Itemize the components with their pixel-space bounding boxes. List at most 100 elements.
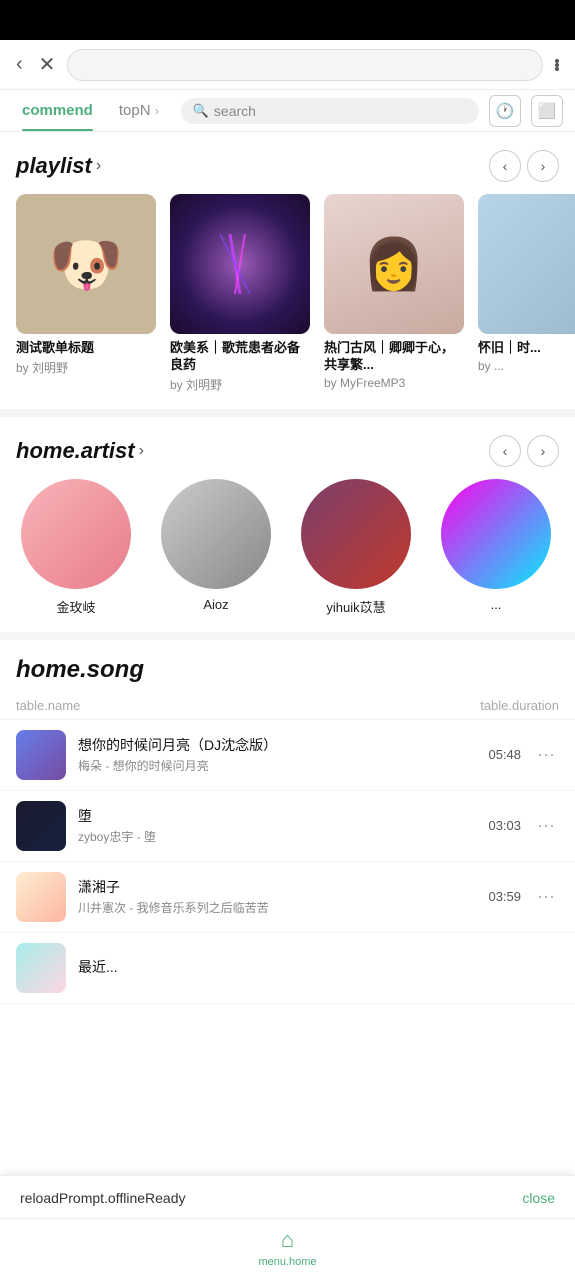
artist-card-4-name: ...: [491, 597, 502, 612]
artist-header: home.artist › ‹ ›: [0, 417, 575, 479]
artist-title-text: home.artist: [16, 438, 135, 464]
playlist-nav-arrows: ‹ ›: [489, 150, 559, 182]
three-dots-icon: [555, 59, 559, 71]
song-artist-3: 川井憲次 - 我修音乐系列之后临苦苦: [78, 899, 476, 916]
playlist-card-4-name: 怀旧｜时...: [478, 340, 575, 357]
song-thumb-1: [16, 730, 66, 780]
song-name-2: 堕: [78, 806, 476, 826]
artist-card-3[interactable]: yihuik苡慧: [296, 479, 416, 616]
tab-topn[interactable]: topN ›: [109, 90, 169, 131]
playlist-card-4-image: [478, 194, 575, 334]
artist-card-1[interactable]: 金玫岐: [16, 479, 136, 616]
song-artist-1: 梅朵 - 想你的时候问月亮: [78, 757, 476, 774]
playlist-title[interactable]: playlist ›: [16, 153, 101, 179]
playlist-chevron: ›: [96, 157, 101, 175]
offline-bar: reloadPrompt.offlineReady close: [0, 1175, 575, 1220]
history-button[interactable]: 🕐: [489, 95, 521, 127]
song-info-3: 潇湘子 川井憲次 - 我修音乐系列之后临苦苦: [78, 877, 476, 916]
song-row-2[interactable]: 堕 zyboy忠宇 - 堕 03:03 ···: [0, 791, 575, 862]
song-table-header: table.name table.duration: [0, 692, 575, 720]
playlist-header: playlist › ‹ ›: [0, 132, 575, 194]
song-name-3: 潇湘子: [78, 877, 476, 897]
playlist-card-3-by: by MyFreeMP3: [324, 376, 464, 390]
nav-home-label: menu.home: [258, 1256, 316, 1268]
song-more-1[interactable]: ···: [533, 740, 559, 769]
divider-2: [0, 632, 575, 640]
playlist-card-4-by: by ...: [478, 359, 575, 373]
song-duration-3: 03:59: [488, 889, 521, 904]
song-duration-1: 05:48: [488, 747, 521, 762]
artist-chevron: ›: [139, 442, 144, 460]
song-thumb-4: [16, 943, 66, 993]
artist-card-1-name: 金玫岐: [56, 597, 95, 616]
playlist-card-1[interactable]: 🐶 测试歌单标题 by 刘明野: [16, 194, 156, 393]
tabs-button[interactable]: ⬜: [531, 95, 563, 127]
artist-title[interactable]: home.artist ›: [16, 438, 144, 464]
song-row-1[interactable]: 想你的时候问月亮（DJ沈念版） 梅朵 - 想你的时候问月亮 05:48 ···: [0, 720, 575, 791]
artist-next-button[interactable]: ›: [527, 435, 559, 467]
song-artist-2: zyboy忠宇 - 堕: [78, 828, 476, 845]
song-section-title: home.song: [0, 640, 575, 692]
more-options-button[interactable]: [551, 55, 563, 75]
playlist-card-3[interactable]: 👩 热门古风｜卿卿于心，共享繁... by MyFreeMP3: [324, 194, 464, 393]
nav-home[interactable]: ⌂ menu.home: [258, 1227, 316, 1268]
search-label: search: [214, 103, 256, 119]
artist-prev-button[interactable]: ‹: [489, 435, 521, 467]
song-name-4: 最近...: [78, 957, 547, 977]
song-section: home.song table.name table.duration 想你的时…: [0, 640, 575, 1084]
tab-commend-label: commend: [22, 102, 93, 119]
artist-card-4-avatar: [441, 479, 551, 589]
url-input[interactable]: [67, 49, 543, 81]
song-thumb-2: [16, 801, 66, 851]
artist-card-2[interactable]: Aioz: [156, 479, 276, 616]
artist-card-2-avatar: [161, 479, 271, 589]
playlist-card-2-name: 欧美系｜歌荒患者必备良药: [170, 340, 310, 374]
tab-commend[interactable]: commend: [12, 90, 103, 131]
home-icon: ⌂: [281, 1227, 294, 1253]
song-row-4[interactable]: 最近...: [0, 933, 575, 1004]
playlist-next-button[interactable]: ›: [527, 150, 559, 182]
back-button[interactable]: ‹: [12, 49, 27, 80]
song-more-2[interactable]: ···: [533, 811, 559, 840]
offline-close-button[interactable]: close: [522, 1190, 555, 1206]
song-name-1: 想你的时候问月亮（DJ沈念版）: [78, 735, 476, 755]
playlist-title-text: playlist: [16, 153, 92, 179]
playlist-card-1-name: 测试歌单标题: [16, 340, 156, 357]
tab-topn-label: topN: [119, 102, 151, 119]
playlist-card-4[interactable]: 怀旧｜时... by ...: [478, 194, 575, 393]
playlist-card-2-by: by 刘明野: [170, 376, 310, 393]
song-info-4: 最近...: [78, 957, 547, 979]
offline-message: reloadPrompt.offlineReady: [20, 1190, 186, 1206]
tab-topn-chevron: ›: [155, 104, 159, 118]
tabs-icon: ⬜: [538, 102, 557, 120]
artist-nav-arrows: ‹ ›: [489, 435, 559, 467]
search-icon: 🔍: [193, 103, 209, 119]
bottom-nav: ⌂ menu.home: [0, 1218, 575, 1280]
divider-1: [0, 409, 575, 417]
playlist-card-1-by: by 刘明野: [16, 359, 156, 376]
playlist-card-3-name: 热门古风｜卿卿于心，共享繁...: [324, 340, 464, 374]
artist-card-1-avatar: [21, 479, 131, 589]
song-duration-2: 03:03: [488, 818, 521, 833]
status-bar: [0, 0, 575, 40]
song-info-1: 想你的时候问月亮（DJ沈念版） 梅朵 - 想你的时候问月亮: [78, 735, 476, 774]
playlist-prev-button[interactable]: ‹: [489, 150, 521, 182]
artist-card-3-avatar: [301, 479, 411, 589]
close-tab-button[interactable]: ✕: [35, 48, 60, 81]
browser-bar: ‹ ✕: [0, 40, 575, 90]
tab-bar: commend topN › 🔍 search 🕐 ⬜: [0, 90, 575, 132]
artist-card-3-name: yihuik苡慧: [326, 597, 385, 616]
song-more-3[interactable]: ···: [533, 882, 559, 911]
playlist-card-2-image: [170, 194, 310, 334]
song-info-2: 堕 zyboy忠宇 - 堕: [78, 806, 476, 845]
history-icon: 🕐: [496, 102, 515, 120]
artist-card-2-name: Aioz: [203, 597, 228, 612]
table-duration-header: table.duration: [480, 698, 559, 713]
playlist-scroll: 🐶 测试歌单标题 by 刘明野 欧美系｜歌荒患者必备良药 by 刘明野 👩 热门…: [0, 194, 575, 409]
playlist-card-2[interactable]: 欧美系｜歌荒患者必备良药 by 刘明野: [170, 194, 310, 393]
artist-card-4[interactable]: ...: [436, 479, 556, 616]
search-box[interactable]: 🔍 search: [181, 98, 479, 124]
song-row-3[interactable]: 潇湘子 川井憲次 - 我修音乐系列之后临苦苦 03:59 ···: [0, 862, 575, 933]
song-thumb-3: [16, 872, 66, 922]
table-name-header: table.name: [16, 698, 80, 713]
